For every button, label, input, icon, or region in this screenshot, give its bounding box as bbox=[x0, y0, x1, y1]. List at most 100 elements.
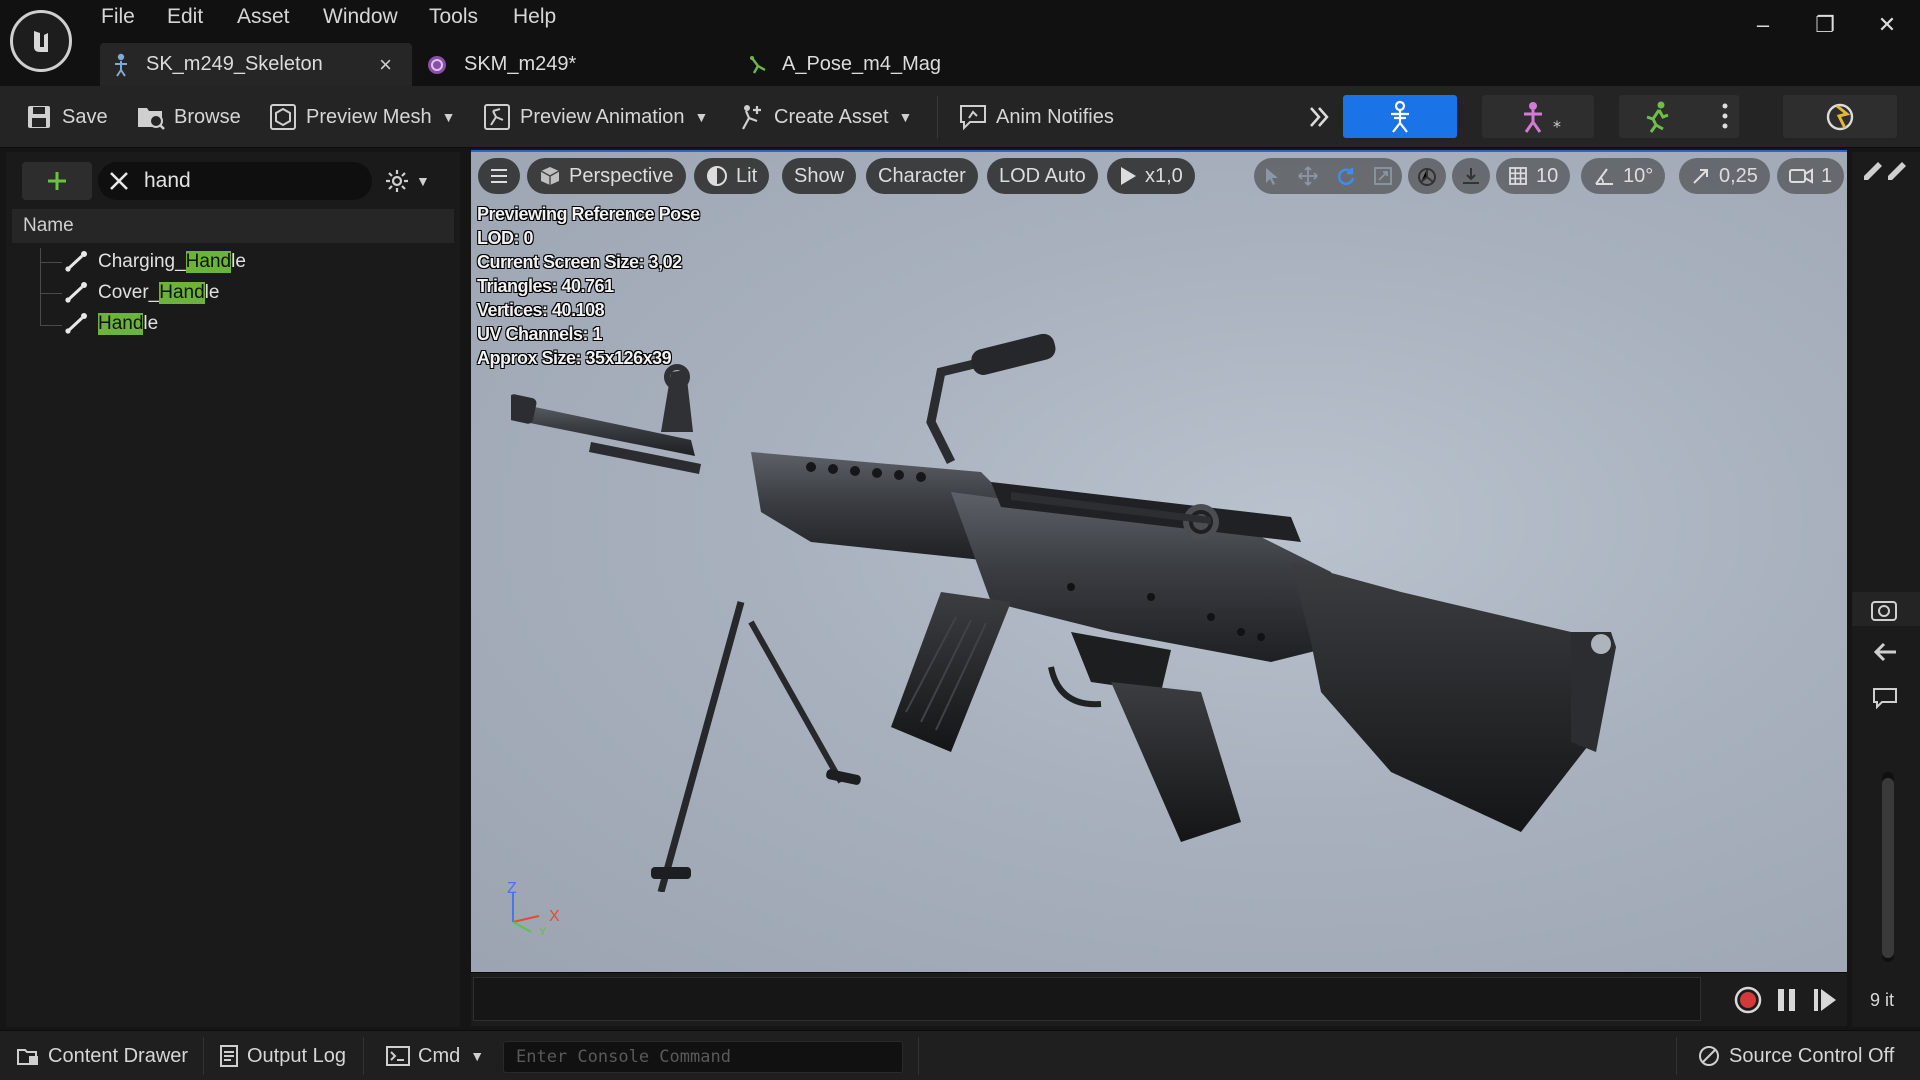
surface-snap-icon bbox=[1460, 165, 1482, 187]
content-drawer-button[interactable]: Content Drawer bbox=[16, 1031, 188, 1080]
terminal-icon bbox=[386, 1046, 410, 1066]
play-rate-label: x1,0 bbox=[1145, 164, 1183, 187]
animation-timeline-bar bbox=[471, 972, 1847, 1026]
grid-snap-dropdown[interactable]: 10 bbox=[1496, 158, 1571, 194]
statusbar-divider bbox=[363, 1037, 364, 1075]
menu-file[interactable]: File bbox=[101, 5, 135, 29]
create-asset-dropdown[interactable]: Create Asset ▼ bbox=[736, 86, 912, 148]
rotation-snap-dropdown[interactable]: 10° bbox=[1581, 158, 1666, 194]
lod-dropdown[interactable]: LOD Auto bbox=[987, 158, 1098, 194]
bone-row-charging-handle[interactable]: Charging_ Hand le bbox=[64, 247, 246, 277]
anim-notifies-label: Anim Notifies bbox=[996, 105, 1114, 128]
lit-dropdown[interactable]: Lit bbox=[694, 158, 770, 194]
record-button[interactable] bbox=[1733, 985, 1763, 1015]
character-dropdown[interactable]: Character bbox=[866, 158, 978, 194]
mesh-mode-icon: * bbox=[1515, 100, 1561, 134]
output-log-icon bbox=[219, 1044, 239, 1068]
tab-a-pose-m4-mag[interactable]: A_Pose_m4_Mag bbox=[736, 43, 1016, 86]
preview-mesh-label: Preview Mesh bbox=[306, 105, 432, 128]
stats-line-screen-size: Current Screen Size: 3,02 bbox=[477, 252, 682, 272]
edit-pencil-icon[interactable] bbox=[1860, 156, 1910, 182]
search-input[interactable] bbox=[144, 169, 344, 193]
minimize-icon[interactable]: – bbox=[1743, 10, 1783, 40]
rotate-icon[interactable] bbox=[1336, 166, 1356, 186]
menu-help[interactable]: Help bbox=[513, 5, 556, 29]
console-command-input[interactable] bbox=[516, 1047, 896, 1067]
bone-name-suffix: le bbox=[204, 282, 220, 303]
double-chevron-right-icon[interactable] bbox=[1304, 102, 1334, 132]
cmd-dropdown[interactable]: Cmd ▼ bbox=[386, 1031, 484, 1080]
show-dropdown[interactable]: Show bbox=[782, 158, 857, 194]
statusbar-divider bbox=[1676, 1037, 1677, 1075]
tab-skm-m249[interactable]: SKM_m249* bbox=[414, 43, 714, 86]
output-log-button[interactable]: Output Log bbox=[219, 1031, 346, 1080]
camera-capture-icon bbox=[1871, 601, 1897, 621]
tree-settings-button[interactable]: ▼ bbox=[384, 164, 444, 198]
save-button[interactable]: Save bbox=[24, 86, 108, 148]
tab-close-icon[interactable]: × bbox=[379, 52, 392, 78]
source-control-button[interactable]: Source Control Off bbox=[1697, 1031, 1894, 1080]
step-forward-button[interactable] bbox=[1812, 987, 1838, 1013]
vertical-scrollbar[interactable] bbox=[1882, 772, 1894, 962]
menu-tools[interactable]: Tools bbox=[429, 5, 478, 29]
restore-icon[interactable]: ❐ bbox=[1805, 10, 1845, 40]
clear-search-icon[interactable] bbox=[108, 170, 130, 192]
lit-label: Lit bbox=[736, 164, 758, 187]
add-button[interactable] bbox=[22, 162, 92, 200]
pause-icon bbox=[1778, 989, 1795, 1011]
perspective-dropdown[interactable]: Perspective bbox=[527, 158, 686, 194]
scale-snap-dropdown[interactable]: 0,25 bbox=[1679, 158, 1770, 194]
skeletal-mesh-icon bbox=[426, 54, 448, 76]
menu-edit[interactable]: Edit bbox=[167, 5, 203, 29]
camera-speed-dropdown[interactable]: 1 bbox=[1777, 158, 1845, 194]
bone-row-cover-handle[interactable]: Cover_ Hand le bbox=[64, 278, 219, 308]
chevron-down-icon: ▼ bbox=[898, 109, 913, 125]
menu-window[interactable]: Window bbox=[323, 5, 398, 29]
skeleton-mode-button[interactable] bbox=[1343, 95, 1457, 138]
mesh-mode-button[interactable]: * bbox=[1482, 95, 1594, 138]
m249-skeletal-mesh[interactable] bbox=[511, 332, 1841, 892]
physics-mode-button[interactable] bbox=[1783, 95, 1897, 138]
world-local-toggle[interactable] bbox=[1408, 158, 1446, 194]
select-cursor-icon[interactable] bbox=[1263, 166, 1281, 186]
content-drawer-label: Content Drawer bbox=[48, 1044, 189, 1067]
axis-x-label: X bbox=[549, 908, 560, 925]
viewport-options-button[interactable] bbox=[478, 158, 520, 194]
preview-viewport[interactable]: Perspective Lit Show Character LOD Auto … bbox=[471, 152, 1847, 972]
hamburger-menu-icon bbox=[489, 168, 509, 184]
name-column-header[interactable]: Name bbox=[12, 209, 454, 243]
perspective-label: Perspective bbox=[569, 164, 674, 187]
translate-icon[interactable] bbox=[1298, 166, 1318, 186]
menu-asset[interactable]: Asset bbox=[237, 5, 290, 29]
playback-speed-dropdown[interactable]: x1,0 bbox=[1107, 158, 1195, 194]
search-match-highlight: Hand bbox=[185, 251, 232, 273]
bone-row-handle[interactable]: Hand le bbox=[64, 309, 158, 339]
anim-notifies-button[interactable]: Anim Notifies bbox=[958, 86, 1114, 148]
show-label: Show bbox=[794, 164, 845, 187]
status-bar: Content Drawer Output Log Cmd ▼ Source C… bbox=[0, 1030, 1920, 1080]
close-window-icon[interactable]: ✕ bbox=[1867, 10, 1907, 40]
screenshot-capture-button[interactable] bbox=[1852, 592, 1920, 626]
timeline-scrubber-track[interactable] bbox=[473, 977, 1701, 1021]
title-bar: File Edit Asset Window Tools Help SK_m24… bbox=[0, 0, 1920, 86]
arrow-left-icon[interactable] bbox=[1872, 640, 1898, 664]
unreal-logo-icon[interactable] bbox=[10, 10, 72, 72]
statusbar-divider bbox=[918, 1037, 919, 1075]
more-vertical-icon[interactable] bbox=[1721, 99, 1729, 133]
preview-mesh-dropdown[interactable]: Preview Mesh ▼ bbox=[268, 86, 455, 148]
tab-sk-m249-skeleton[interactable]: SK_m249_Skeleton × bbox=[100, 43, 412, 86]
tree-connector bbox=[40, 325, 62, 326]
play-icon bbox=[1119, 166, 1137, 186]
browse-button[interactable]: Browse bbox=[136, 86, 241, 148]
stats-line-pose: Previewing Reference Pose bbox=[477, 204, 700, 224]
pause-button[interactable] bbox=[1775, 987, 1799, 1013]
comment-icon[interactable] bbox=[1872, 686, 1900, 710]
animation-mode-button[interactable] bbox=[1619, 95, 1739, 138]
surface-snapping-toggle[interactable] bbox=[1452, 158, 1490, 194]
cube-icon bbox=[539, 165, 561, 187]
preview-animation-dropdown[interactable]: Preview Animation ▼ bbox=[482, 86, 708, 148]
scrollbar-thumb[interactable] bbox=[1882, 778, 1894, 958]
bone-name-suffix: le bbox=[231, 251, 246, 272]
scale-icon[interactable] bbox=[1373, 166, 1393, 186]
statusbar-divider bbox=[203, 1037, 204, 1075]
